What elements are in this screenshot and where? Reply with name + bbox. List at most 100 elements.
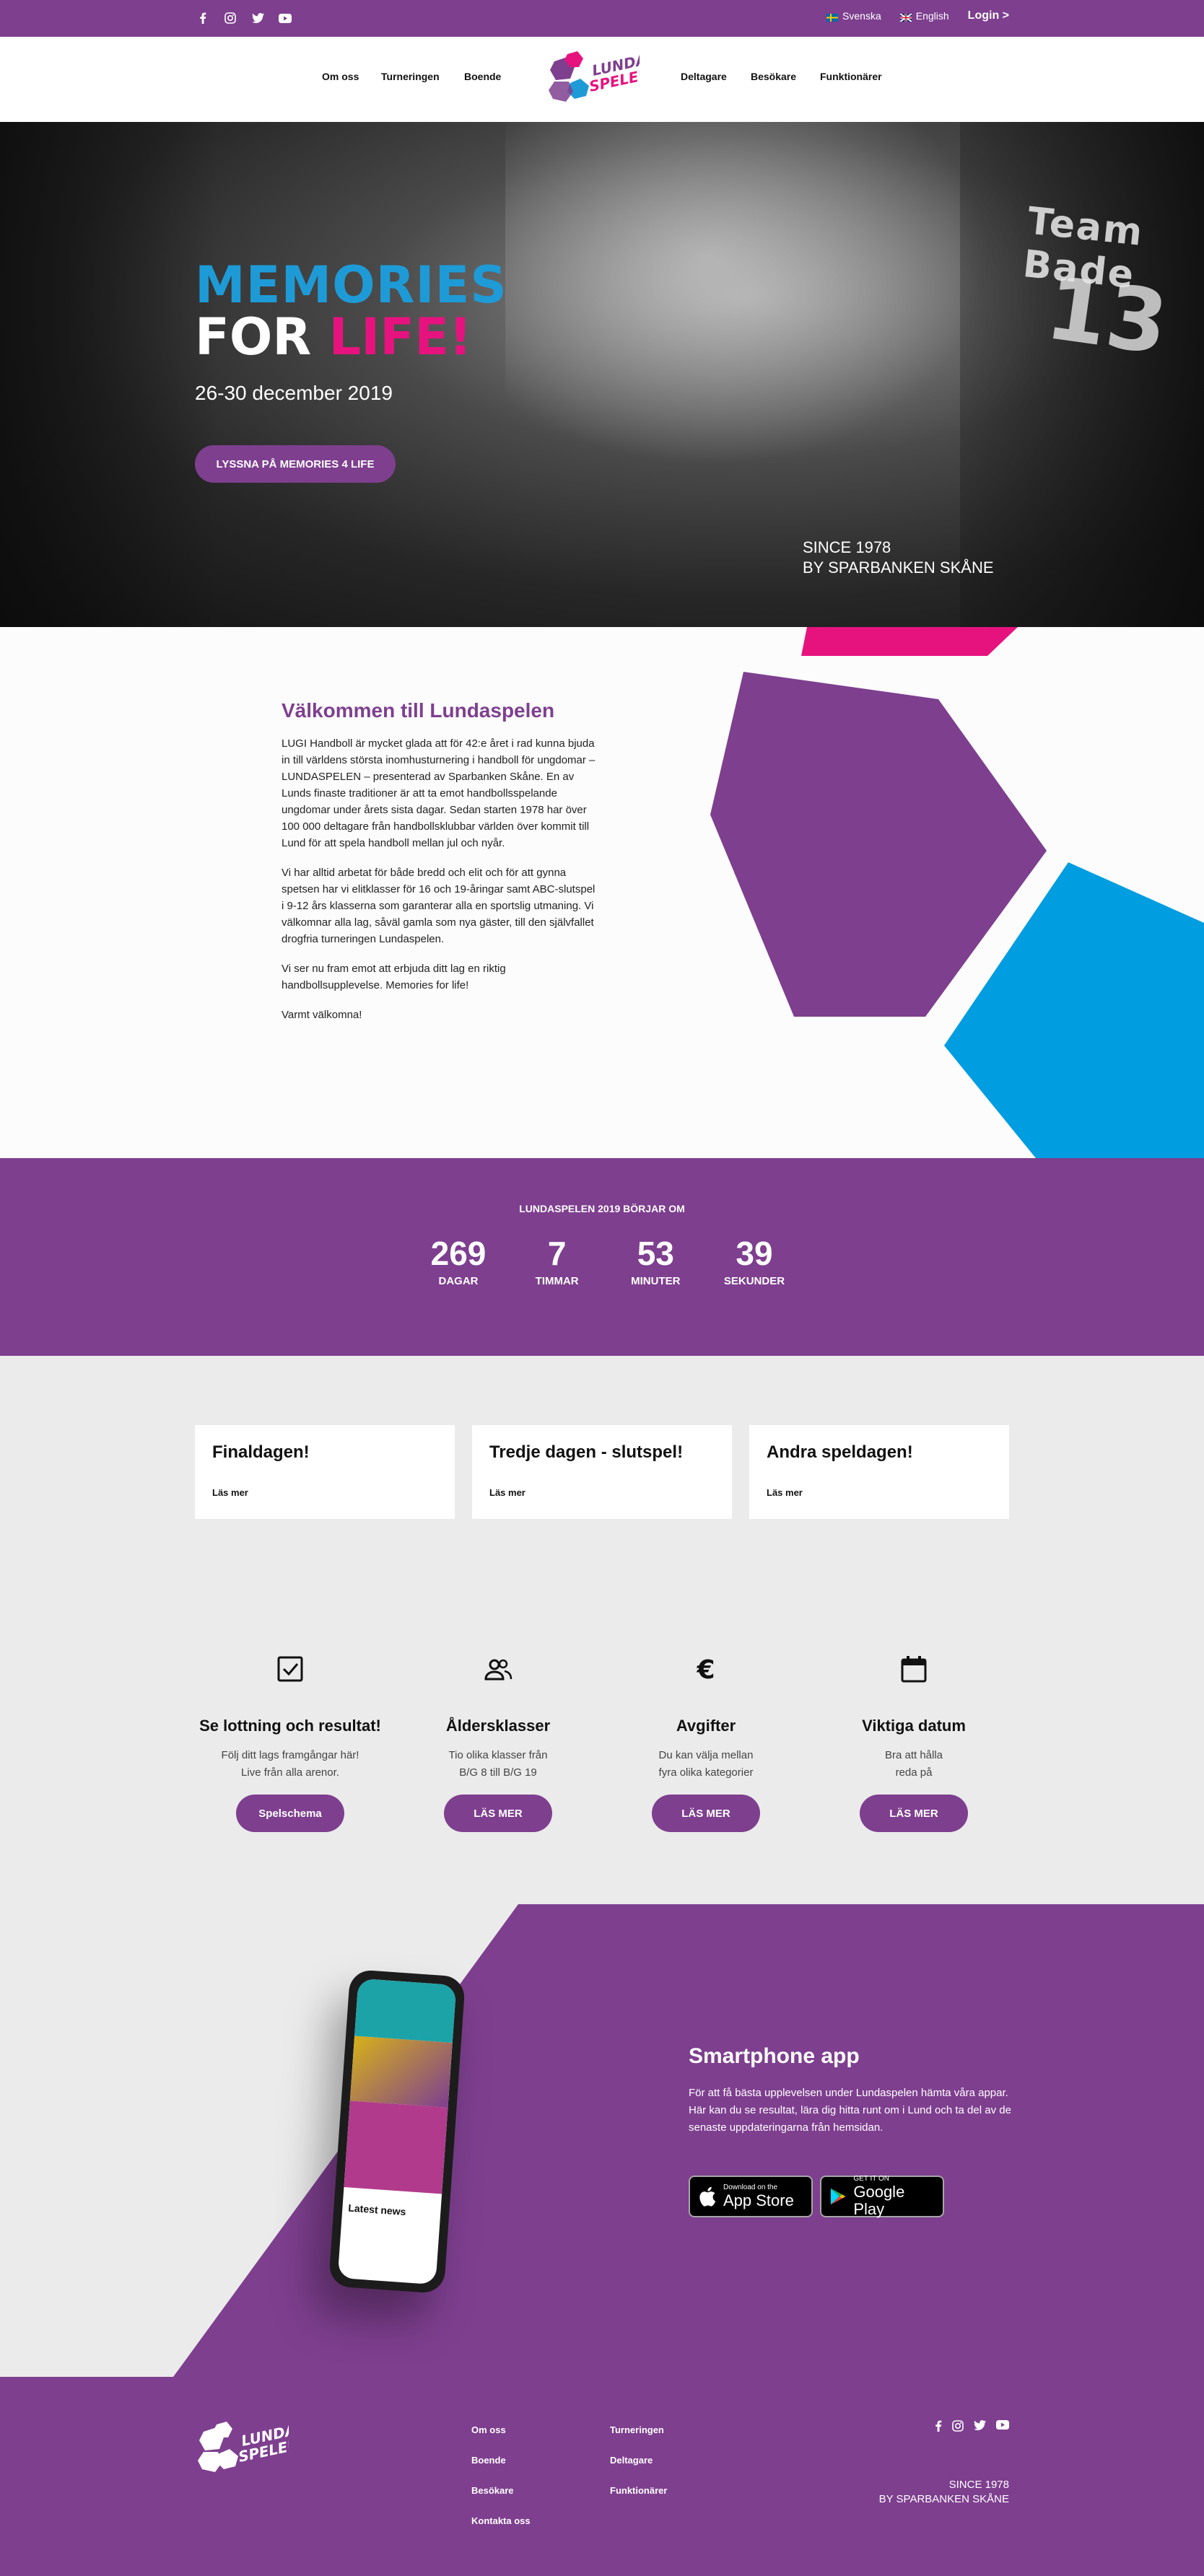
lang-english-label: English [915, 10, 949, 22]
footer-link-turneringen[interactable]: Turneringen [610, 2424, 664, 2435]
nav-item-deltagare[interactable]: Deltagare [681, 71, 727, 82]
app-purple-diagonal [173, 1904, 1204, 2377]
apple-icon [699, 2186, 716, 2207]
hero-photo-right-shade [960, 122, 1204, 627]
feature-title: Se lottning och resultat! [199, 1717, 381, 1735]
instagram-icon[interactable] [952, 2420, 964, 2432]
countdown-unit-label: MINUTER [631, 1275, 681, 1287]
app-description: För att få bästa upplevelsen under Lunda… [689, 2087, 1011, 2134]
footer-link-funktionarer[interactable]: Funktionärer [610, 2485, 667, 2496]
read-more-link[interactable]: Läs mer [489, 1487, 525, 1498]
welcome-hexagon-graphic [710, 627, 1204, 1158]
youtube-icon[interactable] [996, 2420, 1009, 2430]
calendar-icon [901, 1656, 927, 1683]
news-card-title: Finaldagen! [212, 1442, 310, 1462]
hero-title-line2: FOR LIFE! [195, 311, 472, 363]
app-title: Smartphone app [689, 2044, 860, 2068]
app-store-badge[interactable]: Download on the App Store [689, 2176, 813, 2217]
top-bar: Svenska English Login > [0, 0, 1204, 37]
nav-item-boende[interactable]: Boende [464, 71, 501, 82]
nav-item-om-oss[interactable]: Om oss [322, 71, 359, 82]
twitter-icon[interactable] [250, 10, 266, 26]
footer-link-om-oss[interactable]: Om oss [471, 2424, 506, 2435]
hero-since: SINCE 1978 BY SPARBANKEN SKÅNE [803, 538, 994, 578]
countdown-label: LUNDASPELEN 2019 BÖRJAR OM [519, 1203, 685, 1214]
welcome-paragraph-3: Vi ser nu fram emot att erbjuda ditt lag… [282, 963, 506, 991]
footer-link-kontakta-oss[interactable]: Kontakta oss [471, 2515, 531, 2526]
read-more-link[interactable]: Läs mer [767, 1487, 803, 1498]
hero-title-line1: MEMORIES [195, 255, 507, 315]
welcome-section: Välkommen till Lundaspelen LUGI Handboll… [0, 627, 1204, 1158]
facebook-icon[interactable] [195, 10, 211, 26]
footer-link-besokare[interactable]: Besökare [471, 2485, 514, 2496]
countdown-days: 269 DAGAR [419, 1235, 498, 1287]
schedule-button[interactable]: Spelschema [236, 1795, 344, 1832]
footer-since: SINCE 1978 BY SPARBANKEN SKÅNE [879, 2478, 1009, 2507]
nav-item-besokare[interactable]: Besökare [751, 71, 796, 82]
hero-since-line1: SINCE 1978 [803, 538, 891, 556]
lang-swedish[interactable]: Svenska [826, 10, 881, 22]
hero-jersey-number: 13 [1040, 258, 1174, 374]
feature-description: Du kan välja mellan fyra olika kategorie… [658, 1749, 754, 1779]
footer-link-boende[interactable]: Boende [471, 2455, 506, 2466]
pink-hex-shape [801, 627, 1018, 656]
hero-date: 26-30 december 2019 [195, 382, 393, 404]
countdown-value: 269 [430, 1235, 487, 1272]
hero-title-life: LIFE! [328, 307, 472, 367]
countdown-hours: 7 TIMMAR [518, 1235, 597, 1287]
news-card[interactable]: Finaldagen! Läs mer [195, 1425, 455, 1519]
countdown-unit-label: SEKUNDER [723, 1275, 785, 1287]
countdown-seconds: 39 SEKUNDER [715, 1235, 794, 1287]
nav-item-funktionarer[interactable]: Funktionärer [820, 71, 882, 82]
swedish-flag-icon [826, 12, 839, 22]
feature-title: Åldersklasser [445, 1717, 551, 1735]
youtube-icon[interactable] [277, 10, 293, 26]
read-more-button[interactable]: LÄS MER [860, 1795, 968, 1832]
footer-logo[interactable]: LUNDA SPELEN [195, 2420, 301, 2482]
login-link[interactable]: Login > [968, 9, 1009, 22]
phone-screen-header [354, 1978, 457, 2043]
countdown-minutes: 53 MINUTER [616, 1235, 695, 1287]
countdown-units: 269 DAGAR 7 TIMMAR 53 MINUTER 39 SEKUNDE… [419, 1235, 794, 1287]
footer-link-deltagare[interactable]: Deltagare [610, 2455, 653, 2466]
lang-english[interactable]: English [899, 10, 949, 22]
read-more-button[interactable]: LÄS MER [444, 1795, 552, 1832]
countdown-value: 53 [637, 1235, 674, 1272]
news-and-features-section: Finaldagen! Läs mer Tredje dagen - sluts… [0, 1356, 1204, 1904]
topbar-right: Svenska English Login > [826, 9, 1009, 22]
hero-banner: Team Bade 13 MEMORIES FOR LIFE! 26-30 de… [0, 122, 1204, 627]
welcome-body: LUGI Handboll är mycket glada att för 42… [282, 735, 599, 1036]
purple-hex-shape [710, 672, 1047, 1017]
feature-title: Avgifter [676, 1717, 736, 1735]
phone-mockup: Latest news [328, 1968, 466, 2295]
feature-description: Bra att hålla reda på [884, 1749, 943, 1779]
footer: LUNDA SPELEN Om oss Boende Besökare Kont… [0, 2377, 1204, 2576]
checkbox-icon [277, 1656, 303, 1682]
phone-screen-photo [349, 2036, 453, 2108]
nav-item-turneringen[interactable]: Turneringen [381, 71, 440, 82]
news-card[interactable]: Andra speldagen! Läs mer [749, 1425, 1009, 1519]
news-card[interactable]: Tredje dagen - slutspel! Läs mer [472, 1425, 732, 1519]
feature-description: Tio olika klasser från B/G 8 till B/G 19 [448, 1749, 548, 1779]
twitter-icon[interactable] [974, 2420, 986, 2430]
listen-memories-button[interactable]: LYSSNA PÅ MEMORIES 4 LIFE [195, 445, 396, 483]
googleplay-big-text: Google Play [853, 2183, 905, 2218]
countdown-unit-label: DAGAR [438, 1275, 479, 1287]
footer-since-line2: BY SPARBANKEN SKÅNE [878, 2493, 1009, 2505]
google-play-badge[interactable]: GET IT ON Google Play [820, 2175, 944, 2218]
lundaspelen-logo[interactable]: LUNDA SPELEN [546, 50, 652, 112]
phone-screen: Latest news [337, 1978, 457, 2285]
google-play-icon [830, 2188, 846, 2205]
feature-title: Viktiga datum [862, 1717, 966, 1735]
facebook-icon[interactable] [935, 2420, 942, 2432]
read-more-button[interactable]: LÄS MER [652, 1795, 760, 1832]
countdown-unit-label: TIMMAR [535, 1275, 579, 1287]
instagram-icon[interactable] [222, 10, 238, 26]
read-more-link[interactable]: Läs mer [212, 1487, 248, 1498]
feature-important-dates: Viktiga datum Bra att hålla reda på LÄS … [806, 1655, 1022, 1832]
phone-screen-schedule [344, 2100, 448, 2194]
welcome-title: Välkommen till Lundaspelen [282, 699, 555, 722]
feature-results: Se lottning och resultat! Följ ditt lags… [182, 1655, 398, 1832]
hero-title-for: FOR [195, 307, 329, 367]
hero-since-line2: BY SPARBANKEN SKÅNE [803, 558, 994, 577]
